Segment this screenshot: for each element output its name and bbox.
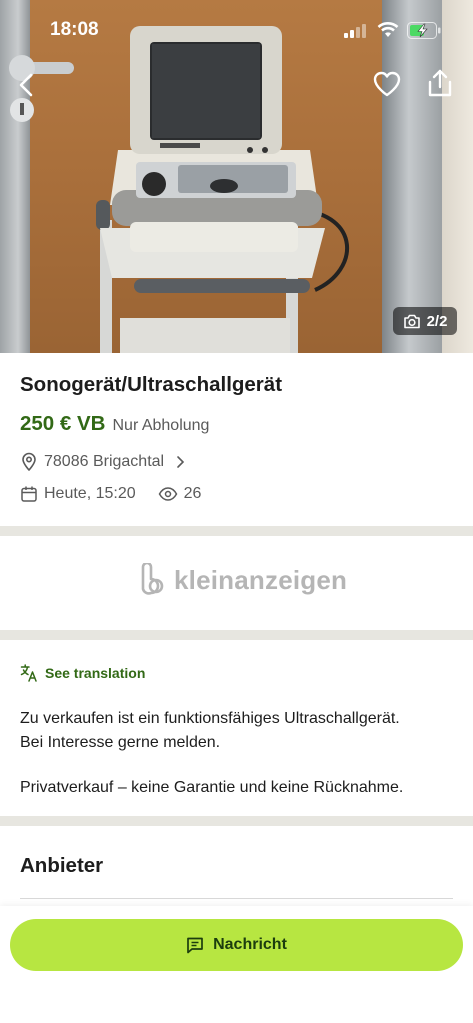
- see-translation-link[interactable]: See translation: [20, 664, 145, 682]
- photo-counter-text: 2/2: [426, 312, 448, 330]
- posted-date: Heute, 15:20: [44, 485, 136, 502]
- camera-icon: [403, 314, 420, 328]
- section-divider: [0, 816, 473, 826]
- shipping-info: Nur Abholung: [112, 417, 210, 434]
- section-divider: [0, 526, 473, 536]
- status-bar: 18:08: [0, 0, 473, 60]
- description-line: Bei Interesse gerne melden.: [20, 734, 221, 751]
- listing-price: 250 € VB: [20, 412, 106, 435]
- status-time: 18:08: [50, 19, 99, 40]
- view-count: 26: [183, 485, 202, 502]
- brand-name: kleinanzeigen: [174, 564, 348, 595]
- kleinanzeigen-logo-icon: [141, 563, 164, 595]
- location-text: 78086 Brigachtal: [44, 453, 165, 470]
- wifi-icon: [377, 22, 399, 37]
- chevron-right-icon: [177, 456, 185, 468]
- back-icon[interactable]: [14, 72, 40, 98]
- seller-divider: [20, 898, 453, 899]
- message-icon: [187, 937, 203, 954]
- translate-icon: [20, 664, 37, 682]
- share-icon[interactable]: [426, 68, 454, 98]
- seller-section-title: Anbieter: [20, 854, 104, 877]
- see-translation-label: See translation: [45, 665, 146, 681]
- description-line: Privatverkauf – keine Garantie und keine…: [20, 779, 404, 796]
- listing-description: Zu verkaufen ist ein funktionsfähiges Ul…: [20, 707, 460, 800]
- location-link[interactable]: 78086 Brigachtal: [20, 452, 188, 472]
- heart-icon[interactable]: [372, 70, 402, 98]
- eye-icon: [158, 487, 177, 501]
- cellular-signal-icon: [344, 24, 366, 38]
- photo-counter: 2/2: [393, 307, 457, 335]
- calendar-icon: [21, 486, 37, 502]
- section-divider: [0, 630, 473, 640]
- price-row: 250 € VB Nur Abholung: [20, 412, 209, 436]
- meta-info: Heute, 15:20 26: [20, 485, 201, 503]
- message-button-label: Nachricht: [213, 936, 287, 953]
- listing-photo[interactable]: 18:08 2/2: [0, 0, 473, 353]
- listing-title: Sonogerät/Ultraschallgerät: [20, 373, 283, 396]
- location-pin-icon: [22, 452, 36, 472]
- description-line: Zu verkaufen ist ein funktionsfähiges Ul…: [20, 710, 400, 727]
- message-button[interactable]: Nachricht: [10, 919, 463, 971]
- battery-charging-icon: [407, 22, 441, 39]
- brand-logo: kleinanzeigen: [136, 563, 347, 597]
